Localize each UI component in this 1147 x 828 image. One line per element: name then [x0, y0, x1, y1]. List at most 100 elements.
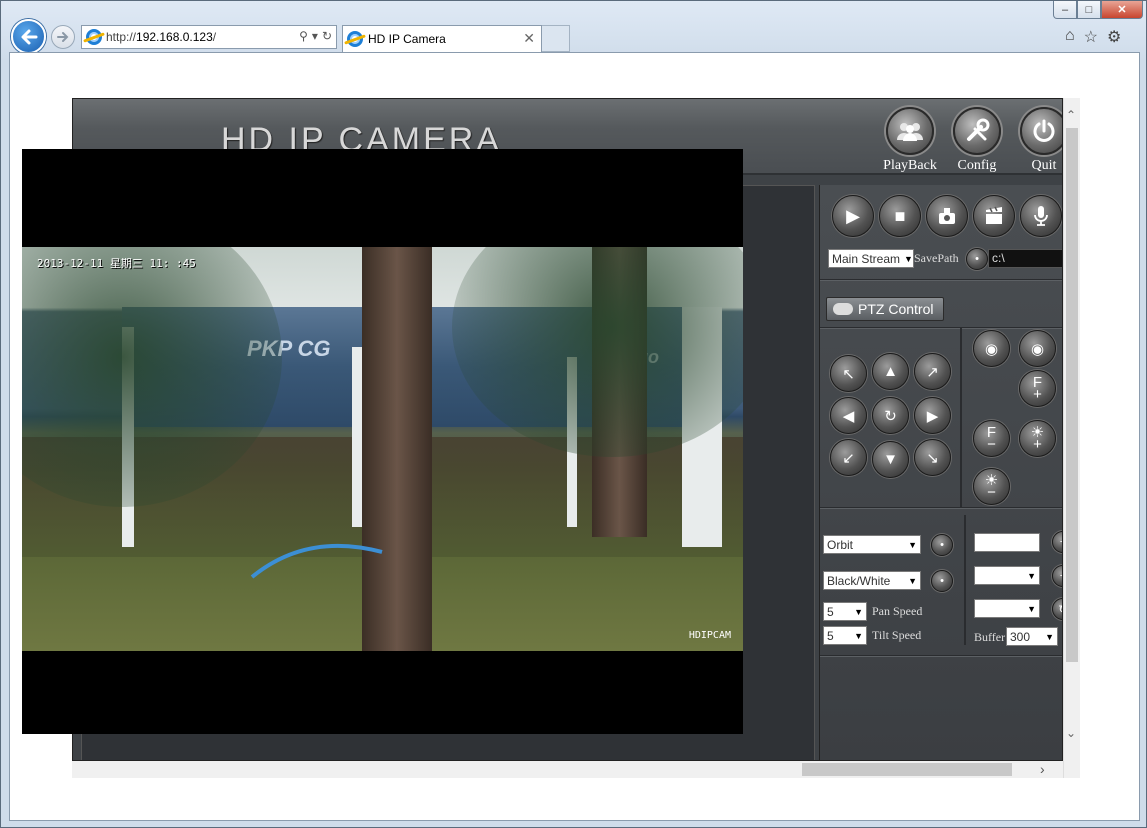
color-mode-go-button[interactable]: •: [931, 570, 953, 592]
video-display[interactable]: PKP CG go 2013-12-11 星期三 11: :45 HDIPCAM: [22, 149, 743, 734]
control-panel: ▶ ■ Main Stream ▼ SavePath • c:\ PTZ Con…: [819, 185, 1062, 760]
browser-window: – □ ✕ http://192.168.0.123/ ⚲ ▾ ↻ HD IP …: [0, 0, 1147, 828]
dropdown-icon[interactable]: ▾: [312, 29, 318, 43]
scrollbar-thumb[interactable]: [1066, 128, 1078, 662]
ptz-left-button[interactable]: ◀: [830, 397, 867, 434]
ptz-center-button[interactable]: ↻: [872, 397, 909, 434]
plus-icon: +: [1033, 435, 1042, 453]
minus-icon: −: [987, 435, 996, 453]
browse-path-button[interactable]: •: [966, 248, 988, 270]
star-icon[interactable]: ☆: [1084, 27, 1098, 47]
back-button[interactable]: [11, 19, 46, 54]
tab-close-icon[interactable]: ✕: [523, 30, 535, 47]
focus-minus-button[interactable]: F −: [973, 420, 1010, 457]
divider: [820, 327, 1062, 329]
stream-select-value: Main Stream: [832, 251, 901, 266]
color-mode-select-value: Black/White: [827, 573, 891, 588]
scrollbar-thumb[interactable]: [802, 763, 1012, 776]
ptz-up-right-button[interactable]: ↗: [914, 353, 951, 390]
config-button[interactable]: Config: [947, 107, 1007, 174]
address-bar[interactable]: http://192.168.0.123/ ⚲ ▾ ↻: [81, 25, 337, 49]
zoom-in-button[interactable]: ◉: [973, 330, 1010, 367]
cruise-go-button[interactable]: •: [931, 534, 953, 556]
garden-hose: [250, 543, 383, 579]
vertical-divider: [960, 327, 962, 507]
arrow-up-right-icon: ↗: [926, 363, 939, 381]
chevron-down-icon: ▼: [854, 630, 863, 641]
tab-hd-ip-camera[interactable]: HD IP Camera ✕: [342, 25, 542, 52]
arrow-right-icon: ▶: [926, 407, 939, 425]
chevron-down-icon: ▼: [854, 606, 863, 617]
horizontal-scrollbar[interactable]: ›: [72, 761, 1063, 778]
quit-button[interactable]: Quit: [1014, 107, 1062, 174]
ptz-control-label: PTZ Control: [858, 301, 934, 317]
forward-arrow-icon: [57, 32, 69, 42]
camera-image: PKP CG go 2013-12-11 星期三 11: :45 HDIPCAM: [22, 247, 743, 651]
stream-select[interactable]: Main Stream ▼: [828, 249, 914, 268]
chevron-down-icon: ▼: [1045, 631, 1054, 642]
ptz-up-left-button[interactable]: ↖: [830, 355, 867, 392]
scroll-up-icon[interactable]: ⌃: [1066, 108, 1076, 122]
divider: [820, 507, 1062, 509]
cruise-select[interactable]: Orbit ▼: [823, 535, 921, 554]
preset-input[interactable]: [974, 533, 1040, 552]
ptz-down-left-button[interactable]: ↙: [830, 439, 867, 476]
call-preset-button[interactable]: ↻: [1052, 598, 1062, 620]
new-tab-button[interactable]: [542, 25, 570, 52]
ptz-right-button[interactable]: ▶: [914, 397, 951, 434]
ptz-control-button[interactable]: PTZ Control: [826, 297, 944, 321]
divider: [820, 655, 1062, 657]
maximize-button[interactable]: □: [1077, 1, 1101, 19]
call-preset-select[interactable]: ▼: [974, 599, 1040, 618]
dot-icon: •: [940, 575, 944, 587]
vertical-scrollbar[interactable]: ⌃ ⌄: [1063, 98, 1080, 778]
microphone-icon: [1034, 206, 1048, 226]
playback-icon: [897, 123, 923, 141]
vertical-divider: [964, 515, 966, 645]
close-window-button[interactable]: ✕: [1101, 1, 1143, 19]
arrow-down-right-icon: ↘: [926, 449, 939, 467]
microphone-button[interactable]: [1020, 195, 1062, 237]
ptz-up-button[interactable]: ▲: [872, 353, 909, 390]
scroll-down-icon[interactable]: ⌄: [1066, 726, 1076, 740]
scroll-right-icon[interactable]: ›: [1040, 761, 1045, 777]
ptz-down-button[interactable]: ▼: [872, 441, 909, 478]
arrow-down-icon: ▼: [883, 451, 898, 468]
remove-preset-button[interactable]: −: [1052, 565, 1062, 587]
minimize-button[interactable]: –: [1053, 1, 1077, 19]
tree-trunk: [362, 247, 432, 651]
dot-icon: •: [940, 539, 944, 551]
minus-icon: −: [987, 483, 996, 501]
play-button[interactable]: ▶: [832, 195, 874, 237]
dot-icon: •: [975, 253, 979, 265]
preset-select[interactable]: ▼: [974, 566, 1040, 585]
search-icon[interactable]: ⚲: [299, 29, 308, 43]
arrow-down-left-icon: ↙: [842, 449, 855, 467]
pan-speed-select[interactable]: 5 ▼: [823, 602, 867, 621]
stop-button[interactable]: ■: [879, 195, 921, 237]
arrow-up-left-icon: ↖: [842, 365, 855, 383]
ptz-down-right-button[interactable]: ↘: [914, 439, 951, 476]
buffer-select[interactable]: 300 ▼: [1006, 627, 1058, 646]
add-preset-button[interactable]: +: [1052, 531, 1062, 553]
record-button[interactable]: [973, 195, 1015, 237]
zoom-out-button[interactable]: ◉: [1019, 330, 1056, 367]
video-watermark: HDIPCAM: [688, 630, 731, 641]
stop-icon: ■: [894, 205, 906, 226]
brightness-minus-button[interactable]: ☀ −: [973, 468, 1010, 505]
focus-plus-button[interactable]: F +: [1019, 370, 1056, 407]
forward-button[interactable]: [51, 25, 75, 49]
home-icon[interactable]: ⌂: [1065, 27, 1075, 47]
save-path-input[interactable]: c:\: [988, 249, 1062, 268]
tilt-speed-select[interactable]: 5 ▼: [823, 626, 867, 645]
rotate-icon: ↻: [884, 407, 897, 425]
cloud-icon: [833, 303, 853, 315]
playback-button[interactable]: PlayBack: [880, 107, 940, 174]
color-mode-select[interactable]: Black/White ▼: [823, 571, 921, 590]
snapshot-button[interactable]: [926, 195, 968, 237]
eye-minus-icon: ◉: [1030, 340, 1045, 358]
brightness-plus-button[interactable]: ☀ +: [1019, 420, 1056, 457]
gear-icon[interactable]: ⚙: [1107, 27, 1121, 47]
play-icon: ▶: [846, 205, 860, 226]
refresh-icon[interactable]: ↻: [322, 29, 332, 43]
